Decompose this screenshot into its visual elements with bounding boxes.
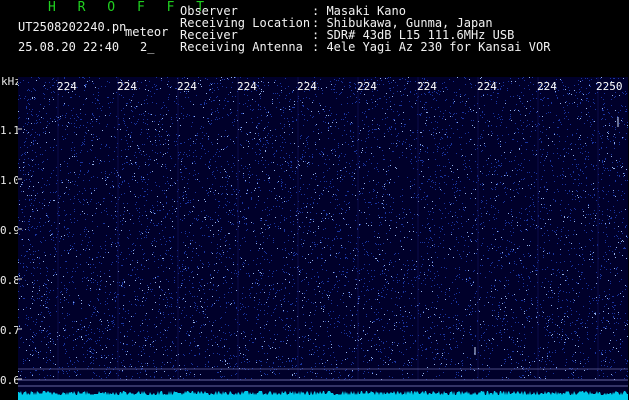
x-tick-1: 224	[57, 80, 77, 93]
spectrogram-canvas	[18, 77, 628, 400]
detection-count: 2_	[140, 40, 155, 54]
spectrogram-plot	[18, 77, 628, 400]
y-tick-0.7: 0.7	[0, 324, 20, 337]
x-tick-7: 224	[417, 80, 437, 93]
x-tick-8: 224	[477, 80, 497, 93]
y-tick-0.8: 0.8	[0, 274, 20, 287]
x-tick-2: 224	[117, 80, 137, 93]
y-tick-1.0: 1.0	[0, 174, 20, 187]
x-tick-10: 2250	[596, 80, 623, 93]
x-tick-4: 224	[237, 80, 257, 93]
antenna-value: : 4ele Yagi Az 230 for Kansai VOR	[312, 40, 551, 54]
y-tick-0.9: 0.9	[0, 224, 20, 237]
spectrogram-background	[18, 77, 628, 400]
x-tick-6: 224	[357, 80, 377, 93]
meteor-label: meteor	[125, 25, 169, 39]
datetime: 25.08.20 22:40	[18, 40, 120, 54]
x-tick-3: 224	[177, 80, 197, 93]
antenna-label: Receiving Antenna	[180, 40, 303, 54]
x-tick-9: 224	[537, 80, 557, 93]
x-tick-5: 224	[297, 80, 317, 93]
y-tick-0.6: 0.6	[0, 374, 20, 387]
y-tick-1.1: 1.1	[0, 124, 20, 137]
header-panel: H R O F F T UT2508202240.pn meteor 25.08…	[0, 0, 629, 75]
filename: UT2508202240.pn	[18, 20, 127, 34]
